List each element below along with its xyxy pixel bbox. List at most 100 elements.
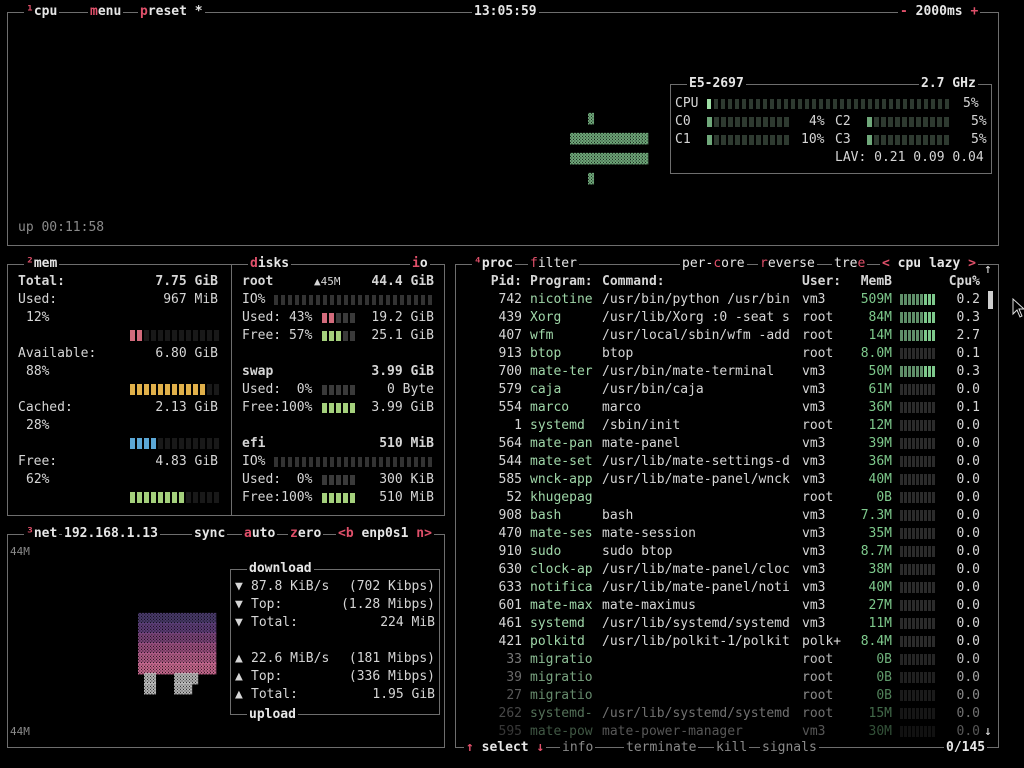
- disk-efi-size: 510 MiB: [379, 436, 434, 451]
- process-cpu: 0.0: [956, 418, 980, 433]
- download-stat-label: Total:: [251, 615, 298, 630]
- process-pid: 262: [498, 706, 522, 721]
- process-row[interactable]: 262 systemd- /usr/lib/systemd/systemd root 1…: [456, 705, 996, 723]
- sort-next[interactable]: >: [968, 256, 976, 271]
- process-user: vm3: [802, 508, 826, 523]
- process-command: /usr/lib/Xorg :0 -seat s: [602, 310, 790, 325]
- process-row[interactable]: 585 wnck-app/usr/lib/mate-panel/wnck vm3 40…: [456, 471, 996, 489]
- disk-free-value: 3.99 GiB: [371, 400, 434, 415]
- sync-toggle[interactable]: sync: [192, 525, 228, 543]
- select-control[interactable]: ↑ select ↓: [464, 739, 547, 757]
- kill-button[interactable]: kill: [714, 739, 750, 757]
- process-command: btop: [602, 346, 634, 361]
- process-user: vm3: [802, 598, 826, 613]
- cpu-graph-row: ▓: [570, 174, 595, 185]
- process-row[interactable]: 544 mate-set/usr/lib/mate-settings-d vm3 36…: [456, 453, 996, 471]
- process-row[interactable]: 913 btop btop root 8.0M 0.1: [456, 345, 996, 363]
- zero-toggle[interactable]: zero: [288, 525, 324, 543]
- process-program: notifica: [530, 580, 593, 595]
- process-user: vm3: [802, 400, 826, 415]
- preset-button[interactable]: preset *: [138, 3, 205, 21]
- process-row[interactable]: 33 migratio root 0B 0.0: [456, 651, 996, 669]
- header-cpu[interactable]: Cpu%: [942, 273, 980, 291]
- core-pct: 5%: [971, 132, 987, 147]
- tree-toggle[interactable]: tree: [832, 255, 868, 273]
- terminate-button[interactable]: terminate: [624, 739, 699, 757]
- process-row[interactable]: 579 caja/usr/bin/caja vm3 61M 0.0: [456, 381, 996, 399]
- process-cpu: 0.0: [956, 634, 980, 649]
- per-core-toggle[interactable]: per-core: [680, 255, 747, 273]
- process-row[interactable]: 564 mate-pan mate-panel vm3 39M 0.0: [456, 435, 996, 453]
- next-interface[interactable]: n>: [416, 526, 432, 541]
- disk-io-meter: [274, 291, 435, 310]
- mem-row-label: Used:: [18, 292, 58, 307]
- process-command: /usr/lib/systemd/systemd: [602, 706, 790, 721]
- process-program: mate-set: [530, 454, 593, 469]
- header-mem[interactable]: MemB: [850, 273, 892, 291]
- process-pid: 908: [498, 508, 522, 523]
- header-program[interactable]: Program:: [530, 273, 600, 291]
- upload-stat-label: Total:: [251, 687, 298, 702]
- process-row[interactable]: 554 marco marco vm3 36M 0.1: [456, 399, 996, 417]
- process-row[interactable]: 908 bash bash vm3 7.3M 0.0: [456, 507, 996, 525]
- menu-button[interactable]: menu: [88, 3, 124, 21]
- signals-button[interactable]: signals: [760, 739, 819, 757]
- download-arrow-icon: ▼: [235, 615, 243, 630]
- interval-control[interactable]: - 2000ms +: [898, 3, 981, 21]
- process-row[interactable]: 52 khugepag root 0B 0.0: [456, 489, 996, 507]
- process-program: Xorg: [530, 310, 562, 325]
- interface-selector[interactable]: <b enp0s1 n>: [336, 525, 434, 543]
- process-mem: 7.3M: [860, 508, 892, 523]
- sort-selector[interactable]: < cpu lazy >: [880, 255, 978, 273]
- reverse-toggle[interactable]: reverse: [758, 255, 817, 273]
- process-row[interactable]: 461 systemd/usr/lib/systemd/systemd vm3 11M…: [456, 615, 996, 633]
- net-tab[interactable]: ³net: [24, 525, 60, 543]
- process-command: marco: [602, 400, 642, 415]
- process-row[interactable]: 742 nicotine/usr/bin/python /usr/bin vm3 50…: [456, 291, 996, 309]
- process-cpu-graph: [900, 399, 940, 417]
- process-row[interactable]: 39 migratio root 0B 0.0: [456, 669, 996, 687]
- sort-prev[interactable]: <: [882, 256, 890, 271]
- prev-interface[interactable]: <b: [338, 526, 354, 541]
- mem-row-pct: 88%: [26, 364, 50, 379]
- info-button[interactable]: info: [560, 739, 596, 757]
- header-pid[interactable]: Pid:: [460, 273, 522, 291]
- interval-increase[interactable]: +: [970, 4, 978, 19]
- process-row[interactable]: 470 mate-ses mate-session vm3 35M 0.0: [456, 525, 996, 543]
- process-row[interactable]: 601 mate-max mate-maximus vm3 27M 0.0: [456, 597, 996, 615]
- process-row[interactable]: 630 clock-ap/usr/lib/mate-panel/cloc vm3 38…: [456, 561, 996, 579]
- process-row[interactable]: 27 migratio root 0B 0.0: [456, 687, 996, 705]
- header-command[interactable]: Command:: [602, 273, 798, 291]
- proc-tab[interactable]: ⁴proc: [472, 255, 516, 273]
- process-row[interactable]: 407 wfm/usr/local/sbin/wfm -add root 14M 2.7: [456, 327, 996, 345]
- process-user: vm3: [802, 544, 826, 559]
- mem-row-value: 4.83 GiB: [155, 454, 218, 469]
- mem-tab[interactable]: ²mem: [24, 255, 60, 273]
- process-program: wfm: [530, 328, 554, 343]
- auto-toggle[interactable]: auto: [242, 525, 278, 543]
- disk-swap-name: swap: [242, 364, 274, 379]
- process-row[interactable]: 439 Xorg/usr/lib/Xorg :0 -seat s root 84M 0.…: [456, 309, 996, 327]
- scrollbar-thumb[interactable]: [988, 291, 993, 309]
- process-user: polk+: [802, 634, 842, 649]
- disk-used-value: 300 KiB: [379, 472, 434, 487]
- disk-used-meter: [322, 471, 357, 490]
- process-cpu: 0.0: [956, 598, 980, 613]
- process-row[interactable]: 700 mate-ter/usr/bin/mate-terminal vm3 50M 0…: [456, 363, 996, 381]
- load-average: LAV: 0.21 0.09 0.04: [835, 150, 984, 165]
- process-cpu: 0.0: [956, 382, 980, 397]
- process-row[interactable]: 1 systemd/sbin/init root 12M 0.0: [456, 417, 996, 435]
- cpu-tab[interactable]: ¹cpu: [24, 3, 60, 21]
- header-user[interactable]: User:: [802, 273, 852, 291]
- process-cpu-graph: [900, 471, 940, 489]
- process-row[interactable]: 633 notifica/usr/lib/mate-panel/noti vm3 40…: [456, 579, 996, 597]
- interval-decrease[interactable]: -: [900, 4, 908, 19]
- core-meter: [707, 131, 791, 150]
- process-cpu-graph: [900, 327, 940, 345]
- process-mem: 27M: [868, 598, 892, 613]
- process-row[interactable]: 910 sudo sudo btop vm3 8.7M 0.0: [456, 543, 996, 561]
- process-row[interactable]: 421 polkitd/usr/lib/polkit-1/polkit polk+ 8…: [456, 633, 996, 651]
- cpu-info-box: E5-2697 2.7 GHz CPU 5% C0 4% C2 5% C1 10…: [670, 75, 992, 174]
- filter-button[interactable]: filter: [528, 255, 579, 273]
- disk-used-value: 19.2 GiB: [371, 310, 434, 325]
